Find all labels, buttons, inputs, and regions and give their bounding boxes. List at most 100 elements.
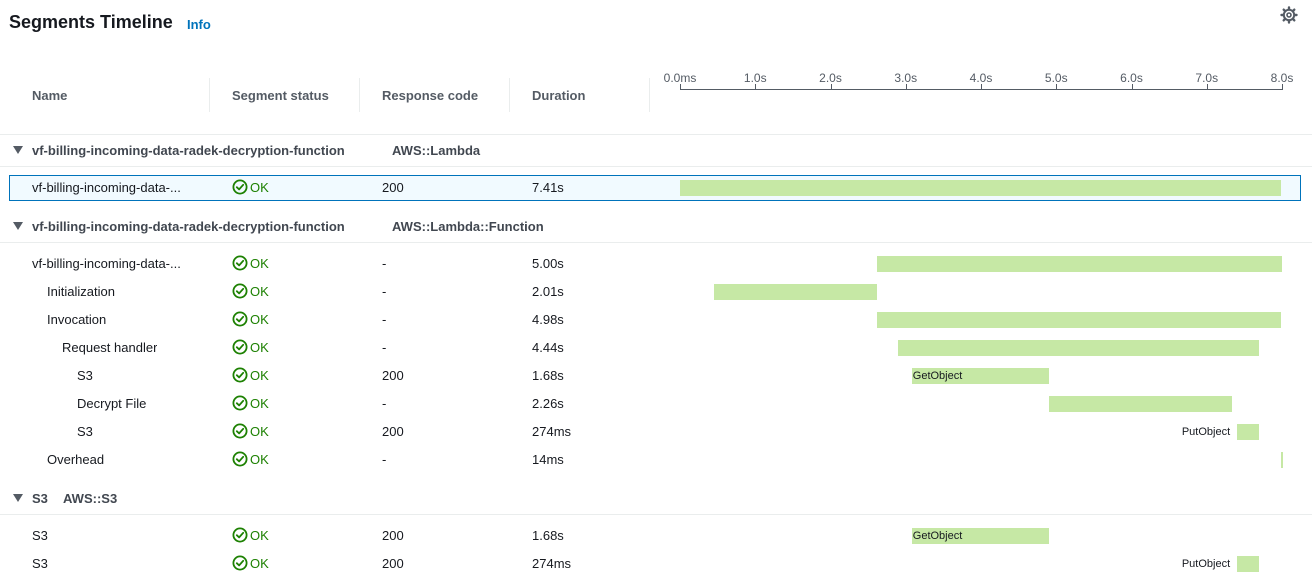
segment-name: S3 — [77, 368, 93, 383]
axis-tick-label: 3.0s — [894, 71, 918, 85]
segment-name: Request handler — [62, 340, 158, 355]
timeline-bar[interactable] — [713, 284, 878, 300]
response-code: - — [382, 452, 387, 467]
status-text: OK — [250, 179, 269, 195]
duration: 274ms — [532, 424, 572, 439]
axis-tick-label: 5.0s — [1044, 71, 1068, 85]
timeline-bar[interactable] — [1236, 556, 1260, 572]
segment-name: Initialization — [47, 284, 115, 299]
column-separator — [509, 78, 510, 112]
check-circle-icon — [232, 311, 250, 327]
status-ok: OK — [232, 311, 269, 327]
column-separator — [209, 78, 210, 112]
info-link[interactable]: Info — [187, 17, 211, 32]
response-code: - — [382, 256, 387, 271]
timeline-bar[interactable] — [877, 312, 1282, 328]
timeline-bar[interactable] — [898, 340, 1260, 356]
group-name: S3 — [32, 491, 48, 506]
caret-down-icon[interactable] — [13, 222, 23, 230]
bar-label: PutObject — [1181, 558, 1231, 570]
table-row[interactable]: Invocation OK - 4.98s — [0, 307, 1312, 333]
table-row[interactable]: S3 OK 200 1.68s GetObject — [0, 363, 1312, 389]
check-circle-icon — [232, 283, 250, 299]
column-separator — [649, 78, 650, 112]
group-header[interactable]: vf-billing-incoming-data-radek-decryptio… — [0, 136, 1312, 167]
duration: 1.68s — [532, 368, 564, 383]
status-ok: OK — [232, 339, 269, 355]
timeline-bar[interactable] — [877, 256, 1282, 272]
axis-tick-label: 4.0s — [969, 71, 993, 85]
response-code: 200 — [382, 424, 404, 439]
table-row[interactable]: S3 OK 200 274ms PutObject — [0, 419, 1312, 445]
status-ok: OK — [232, 283, 269, 299]
axis-tick-label: 0.0ms — [663, 71, 697, 85]
segment-name: Overhead — [47, 452, 105, 467]
segment-name: S3 — [77, 424, 93, 439]
table-row[interactable]: Request handler OK - 4.44s — [0, 335, 1312, 361]
duration: 14ms — [532, 452, 564, 467]
status-ok: OK — [232, 367, 269, 383]
axis-tick-label: 8.0s — [1270, 71, 1294, 85]
segment-name: S3 — [32, 556, 48, 571]
status-ok: OK — [232, 423, 269, 439]
status-ok: OK — [232, 451, 269, 467]
response-code: 200 — [382, 368, 404, 383]
table-row[interactable]: S3 OK 200 1.68s GetObject — [0, 523, 1312, 549]
status-text: OK — [250, 395, 269, 411]
table-row[interactable]: vf-billing-incoming-data-... OK - 5.00s — [0, 251, 1312, 277]
page-title: Segments Timeline — [9, 12, 173, 32]
table-row[interactable]: Initialization OK - 2.01s — [0, 279, 1312, 305]
duration: 274ms — [532, 556, 572, 571]
column-header-status[interactable]: Segment status — [232, 88, 329, 103]
table-row[interactable]: Decrypt File OK - 2.26s — [0, 391, 1312, 417]
duration: 4.44s — [532, 340, 564, 355]
axis-tick-label: 7.0s — [1195, 71, 1219, 85]
column-header-duration[interactable]: Duration — [532, 88, 585, 103]
check-circle-icon — [232, 179, 250, 195]
check-circle-icon — [232, 527, 250, 543]
check-circle-icon — [232, 451, 250, 467]
status-text: OK — [250, 555, 269, 571]
status-ok: OK — [232, 555, 269, 571]
timeline-bar[interactable] — [1048, 396, 1233, 412]
check-circle-icon — [232, 367, 250, 383]
bar-label: PutObject — [1181, 426, 1231, 438]
group-header[interactable]: S3 AWS::S3 — [0, 484, 1312, 515]
segment-name: vf-billing-incoming-data-... — [32, 180, 181, 195]
duration: 1.68s — [532, 528, 564, 543]
response-code: 200 — [382, 556, 404, 571]
response-code: - — [382, 340, 387, 355]
column-header-response[interactable]: Response code — [382, 88, 478, 103]
group-header[interactable]: vf-billing-incoming-data-radek-decryptio… — [0, 212, 1312, 243]
caret-down-icon[interactable] — [13, 494, 23, 502]
status-text: OK — [250, 255, 269, 271]
duration: 5.00s — [532, 256, 564, 271]
table-row[interactable]: Overhead OK - 14ms — [0, 447, 1312, 473]
duration: 2.26s — [532, 396, 564, 411]
table-row[interactable]: vf-billing-incoming-data-... OK 200 7.41s — [9, 175, 1301, 201]
check-circle-icon — [232, 395, 250, 411]
status-ok: OK — [232, 527, 269, 543]
gear-icon[interactable] — [1279, 5, 1299, 25]
duration: 4.98s — [532, 312, 564, 327]
segment-name: S3 — [32, 528, 48, 543]
response-code: 200 — [382, 528, 404, 543]
status-text: OK — [250, 527, 269, 543]
axis-tick-label: 6.0s — [1120, 71, 1143, 85]
check-circle-icon — [232, 555, 250, 571]
response-code: - — [382, 284, 387, 299]
duration: 2.01s — [532, 284, 564, 299]
timeline-bar[interactable] — [1281, 452, 1284, 468]
table-row[interactable]: S3 OK 200 274ms PutObject — [0, 551, 1312, 577]
caret-down-icon[interactable] — [13, 146, 23, 154]
status-ok: OK — [232, 395, 269, 411]
timeline-bar[interactable] — [1236, 424, 1260, 440]
group-name: vf-billing-incoming-data-radek-decryptio… — [32, 143, 345, 158]
check-circle-icon — [232, 255, 250, 271]
column-separator — [359, 78, 360, 112]
timeline-bar[interactable] — [680, 180, 1282, 196]
column-header-name[interactable]: Name — [32, 88, 67, 103]
group-type: AWS::Lambda — [392, 143, 481, 158]
segment-name: vf-billing-incoming-data-... — [32, 256, 181, 271]
check-circle-icon — [232, 423, 250, 439]
